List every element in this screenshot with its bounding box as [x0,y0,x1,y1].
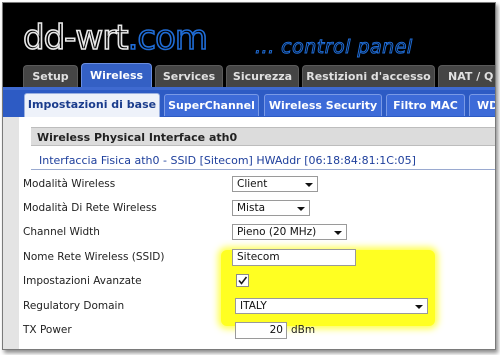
label-tx-power: TX Power [23,324,72,336]
label-network-mode: Modalità Di Rete Wireless [23,202,157,214]
tx-power-unit: dBm [291,324,316,336]
control-panel-tagline: ... control panel [255,36,413,59]
logo-part-ddwrt: dd-wrt [22,17,129,59]
ssid-input[interactable]: Sitecom [232,249,356,266]
label-channel-width: Channel Width [23,226,100,238]
subtab-wireless-security[interactable]: Wireless Security [264,94,382,116]
chevron-down-icon [415,305,423,309]
header-banner: dd-wrt.com ... control panel [3,3,495,63]
subtab-wds[interactable]: WD [469,94,495,116]
tab-restrizioni-accesso[interactable]: Restizioni d'accesso [302,65,435,87]
chevron-down-icon [297,207,305,211]
regulatory-domain-select[interactable]: ITALY [235,298,428,314]
wireless-mode-select[interactable]: Client [232,176,318,192]
label-regulatory-domain: Regulatory Domain [23,300,125,312]
tab-setup[interactable]: Setup [23,65,78,87]
subtab-impostazioni-base[interactable]: Impostazioni di base [24,93,160,117]
subtab-superchannel[interactable]: SuperChannel [164,94,259,116]
channel-width-select[interactable]: Pieno (20 MHz) [232,224,347,240]
chevron-down-icon [334,231,342,235]
sub-tab-bar: Impostazioni di base SuperChannel Wirele… [3,87,495,117]
network-mode-select[interactable]: Mista [232,200,310,216]
tab-nat-qos[interactable]: NAT / Q [438,65,495,87]
advanced-settings-checkbox[interactable] [236,274,249,287]
regulatory-domain-value: ITALY [240,300,267,312]
ddwrt-logo: dd-wrt.com [22,17,209,59]
label-wireless-mode: Modalità Wireless [23,178,116,190]
legend-divider [31,169,495,170]
label-ssid: Nome Rete Wireless (SSID) [23,251,165,263]
chevron-down-icon [305,183,313,187]
tab-sicurezza[interactable]: Sicurezza [226,65,299,87]
left-margin [3,117,19,349]
interface-legend: Interfaccia Fisica ath0 - SSID [Sitecom]… [39,154,416,167]
label-advanced-settings: Impostazioni Avanzate [23,275,142,287]
logo-part-com: .com [127,17,209,59]
tab-wireless[interactable]: Wireless [81,63,152,87]
wireless-mode-value: Client [237,178,268,190]
section-title: Wireless Physical Interface ath0 [31,127,495,146]
subtab-filtro-mac[interactable]: Filtro MAC [386,94,465,116]
main-tab-bar: Setup Wireless Services Sicurezza Restiz… [3,63,495,87]
network-mode-value: Mista [237,202,265,214]
checkmark-icon [238,276,248,285]
channel-width-value: Pieno (20 MHz) [237,226,317,238]
tx-power-input[interactable]: 20 [235,322,287,339]
screenshot-frame: dd-wrt.com ... control panel Setup Wirel… [2,2,496,350]
tab-services[interactable]: Services [155,65,223,87]
